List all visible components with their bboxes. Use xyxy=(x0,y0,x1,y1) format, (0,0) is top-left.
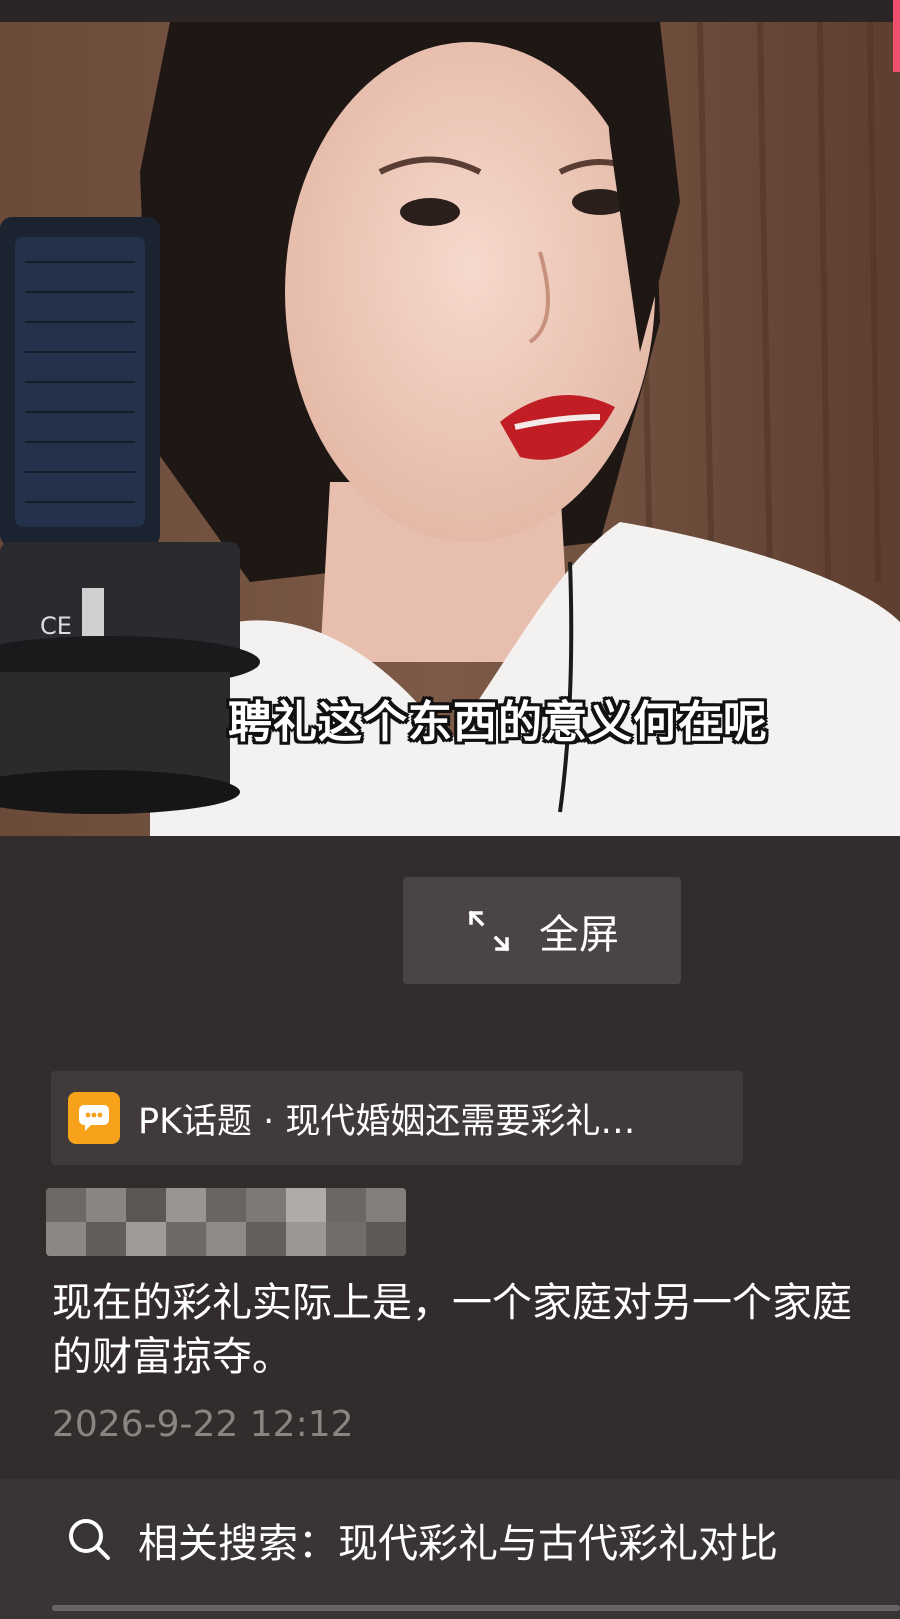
video-player[interactable]: CE 聘礼这个东西的意义何在呢 xyxy=(0,22,900,836)
username-blurred xyxy=(46,1188,406,1256)
fullscreen-button[interactable]: 全屏 xyxy=(403,877,681,984)
pk-topic-text: PK话题 · 现代婚姻还需要彩礼… xyxy=(138,1101,636,1142)
related-search-bar[interactable]: 相关搜索：现代彩礼与古代彩礼对比 xyxy=(0,1479,900,1619)
top-strip xyxy=(0,0,900,22)
svg-text:CE: CE xyxy=(40,612,72,640)
home-indicator xyxy=(52,1605,900,1611)
recording-marker xyxy=(893,0,900,72)
search-icon xyxy=(69,1519,110,1560)
video-subtitle: 聘礼这个东西的意义何在呢 xyxy=(228,697,768,748)
comment-timestamp: 2026-9-22 12:12 xyxy=(52,1404,354,1445)
expand-arrows-icon xyxy=(468,910,510,951)
chat-bubble-icon xyxy=(68,1092,120,1144)
related-search-text: 相关搜索：现代彩礼与古代彩礼对比 xyxy=(138,1521,778,1567)
comment-text: 现在的彩礼实际上是，一个家庭对另一个家庭的财富掠夺。 xyxy=(52,1280,852,1380)
pk-topic-card[interactable]: PK话题 · 现代婚姻还需要彩礼… xyxy=(51,1071,743,1165)
fullscreen-label: 全屏 xyxy=(539,911,619,958)
